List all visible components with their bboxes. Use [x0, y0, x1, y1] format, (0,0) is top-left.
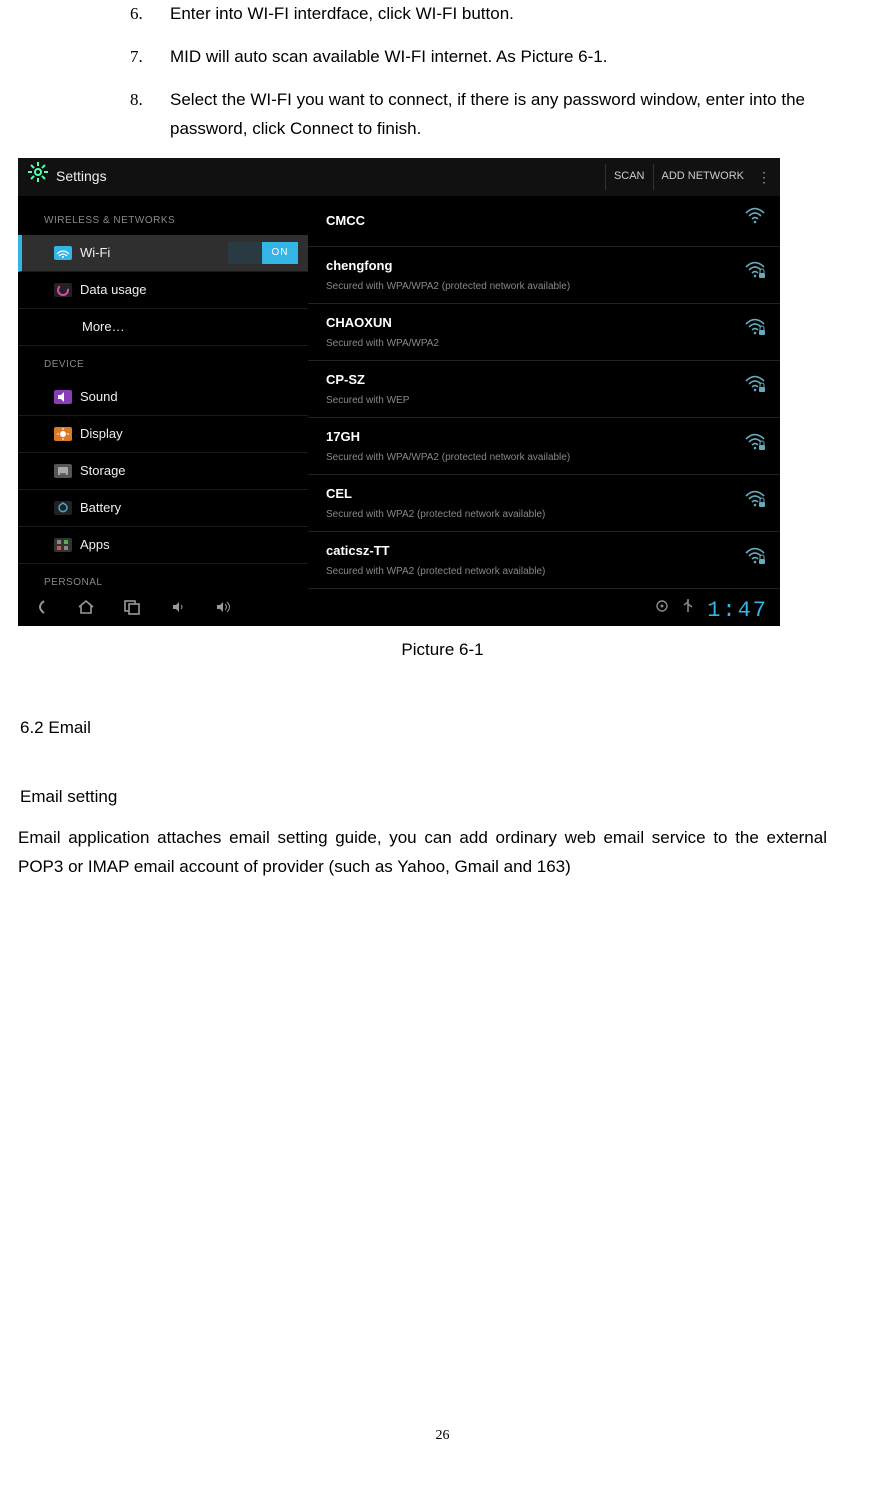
display-icon	[54, 424, 80, 444]
network-item[interactable]: CP-SZ Secured with WEP	[308, 361, 780, 418]
wifi-signal-lock-icon	[744, 317, 766, 346]
list-text: Select the WI-FI you want to connect, if…	[170, 86, 825, 144]
scan-button[interactable]: SCAN	[605, 164, 653, 190]
network-security: Secured with WPA/WPA2 (protected network…	[326, 278, 744, 295]
network-item[interactable]: CEL Secured with WPA2 (protected network…	[308, 475, 780, 532]
list-item-7: 7. MID will auto scan available WI-FI in…	[130, 43, 825, 72]
sidebar-item-more[interactable]: More…	[18, 309, 308, 346]
list-number: 7.	[130, 43, 160, 72]
network-security: Secured with WPA/WPA2	[326, 335, 744, 352]
action-bar: Settings SCAN ADD NETWORK ⋮	[18, 158, 780, 196]
wifi-toggle[interactable]: ON	[228, 242, 298, 264]
usb-debug-icon	[655, 596, 669, 625]
section-heading-email: 6.2 Email	[20, 714, 825, 743]
network-name: caticsz-TT	[326, 540, 744, 562]
settings-sidebar: WIRELESS & NETWORKS Wi-Fi ON Data usage	[18, 196, 308, 596]
network-security: Secured with WPA2 (protected network ava…	[326, 506, 744, 523]
overflow-menu-icon[interactable]: ⋮	[752, 171, 780, 183]
settings-screenshot: Settings SCAN ADD NETWORK ⋮ WIRELESS & N…	[18, 158, 780, 626]
settings-title: Settings	[56, 165, 605, 189]
network-name: 17GH	[326, 426, 744, 448]
sidebar-item-display[interactable]: Display	[18, 416, 308, 453]
sidebar-item-label: Sound	[80, 386, 308, 408]
wifi-signal-lock-icon	[744, 432, 766, 461]
network-security: Secured with WPA2 (protected network ava…	[326, 563, 744, 580]
email-paragraph: Email application attaches email setting…	[18, 824, 827, 882]
sidebar-item-wifi[interactable]: Wi-Fi ON	[18, 235, 308, 272]
network-name: CMCC	[326, 210, 744, 232]
section-header-personal: PERSONAL	[18, 564, 308, 596]
wifi-signal-lock-icon	[744, 374, 766, 403]
network-security: Secured with WPA/WPA2 (protected network…	[326, 449, 744, 466]
network-item[interactable]: CMCC	[308, 196, 780, 247]
figure-caption: Picture 6-1	[60, 636, 825, 665]
system-navigation-bar: 1:47	[18, 596, 780, 626]
list-text: Enter into WI-FI interdface, click WI-FI…	[170, 0, 825, 29]
sound-icon	[54, 387, 80, 407]
subheading-email-setting: Email setting	[20, 783, 825, 812]
toggle-on-label: ON	[262, 242, 298, 264]
list-item-8: 8. Select the WI-FI you want to connect,…	[130, 86, 825, 144]
settings-gear-icon	[26, 160, 50, 194]
wifi-signal-lock-icon	[744, 489, 766, 518]
recent-apps-icon[interactable]	[122, 596, 142, 625]
section-header-device: DEVICE	[18, 346, 308, 379]
add-network-button[interactable]: ADD NETWORK	[653, 164, 753, 190]
home-icon[interactable]	[76, 596, 96, 625]
volume-up-icon[interactable]	[214, 596, 234, 625]
sidebar-item-label: Wi-Fi	[80, 242, 228, 264]
sidebar-item-apps[interactable]: Apps	[18, 527, 308, 564]
sidebar-item-data-usage[interactable]: Data usage	[18, 272, 308, 309]
sidebar-item-label: Storage	[80, 460, 308, 482]
sidebar-item-battery[interactable]: Battery	[18, 490, 308, 527]
page-number: 26	[0, 1424, 885, 1448]
volume-down-icon[interactable]	[168, 596, 188, 625]
wifi-icon	[54, 243, 80, 263]
apps-icon	[54, 535, 80, 555]
wifi-signal-lock-icon	[744, 546, 766, 575]
network-name: chengfong	[326, 255, 744, 277]
battery-icon	[54, 498, 80, 518]
sidebar-item-label: More…	[82, 316, 308, 338]
back-icon[interactable]	[30, 596, 50, 625]
sidebar-item-label: Display	[80, 423, 308, 445]
sidebar-item-sound[interactable]: Sound	[18, 379, 308, 416]
list-item-6: 6. Enter into WI-FI interdface, click WI…	[130, 0, 825, 29]
wifi-signal-icon	[744, 206, 766, 235]
network-item[interactable]: caticsz-TT Secured with WPA2 (protected …	[308, 532, 780, 589]
network-item[interactable]: 17GH Secured with WPA/WPA2 (protected ne…	[308, 418, 780, 475]
sidebar-item-label: Apps	[80, 534, 308, 556]
network-security: Secured with WEP	[326, 392, 744, 409]
network-item[interactable]: chengfong Secured with WPA/WPA2 (protect…	[308, 247, 780, 304]
network-item[interactable]: CHAOXUN Secured with WPA/WPA2	[308, 304, 780, 361]
sidebar-item-storage[interactable]: Storage	[18, 453, 308, 490]
list-number: 8.	[130, 86, 160, 144]
sidebar-item-label: Data usage	[80, 279, 308, 301]
network-list: CMCC chengfong Secured with WPA/WPA2 (pr…	[308, 196, 780, 596]
network-name: CEL	[326, 483, 744, 505]
storage-icon	[54, 461, 80, 481]
network-name: CP-SZ	[326, 369, 744, 391]
section-header-wireless: WIRELESS & NETWORKS	[18, 202, 308, 235]
list-number: 6.	[130, 0, 160, 29]
data-usage-icon	[54, 280, 80, 300]
network-name: CHAOXUN	[326, 312, 744, 334]
sidebar-item-label: Battery	[80, 497, 308, 519]
status-bar-clock: 1:47	[707, 592, 768, 629]
list-text: MID will auto scan available WI-FI inter…	[170, 43, 825, 72]
wifi-signal-lock-icon	[744, 260, 766, 289]
usb-icon	[681, 596, 695, 625]
